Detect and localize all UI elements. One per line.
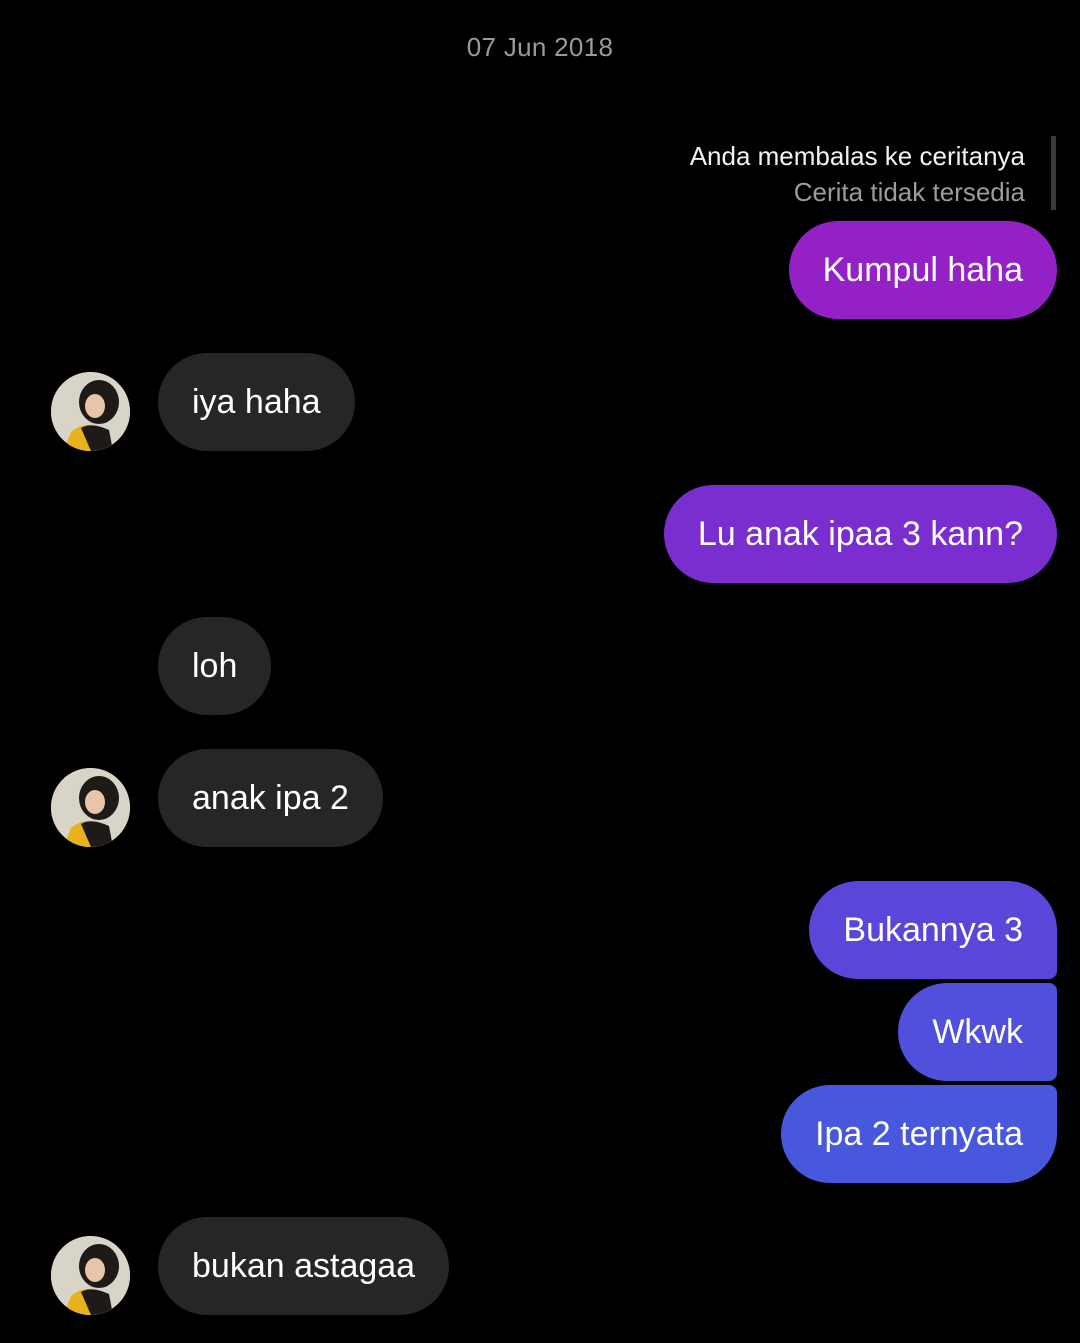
message-bubble-outgoing[interactable]: Ipa 2 ternyata [781, 1085, 1057, 1183]
message-bubble-outgoing[interactable]: Kumpul haha [788, 221, 1057, 319]
profile-photo-icon [51, 1236, 130, 1315]
message-bubble-outgoing[interactable]: Lu anak ipaa 3 kann? [663, 485, 1057, 583]
message-bubble-outgoing[interactable]: Wkwk [898, 983, 1057, 1081]
message-bubble-incoming[interactable]: loh [158, 617, 272, 715]
date-separator: 07 Jun 2018 [466, 32, 614, 62]
story-unavailable-label: Cerita tidak tersedia [793, 177, 1025, 207]
contact-avatar[interactable] [51, 768, 130, 847]
message-bubble-incoming[interactable]: iya haha [158, 353, 355, 451]
message-bubble-incoming[interactable]: bukan astagaa [158, 1217, 450, 1315]
profile-photo-icon [51, 768, 130, 847]
story-reply-context[interactable]: Anda membalas ke ceritanya Cerita tidak … [690, 136, 1056, 210]
contact-avatar[interactable] [51, 372, 130, 451]
message-bubble-incoming[interactable]: anak ipa 2 [158, 749, 383, 847]
profile-photo-icon [51, 372, 130, 451]
contact-avatar[interactable] [51, 1236, 130, 1315]
message-bubble-outgoing[interactable]: Bukannya 3 [809, 881, 1057, 979]
story-reply-title: Anda membalas ke ceritanya [689, 141, 1025, 171]
